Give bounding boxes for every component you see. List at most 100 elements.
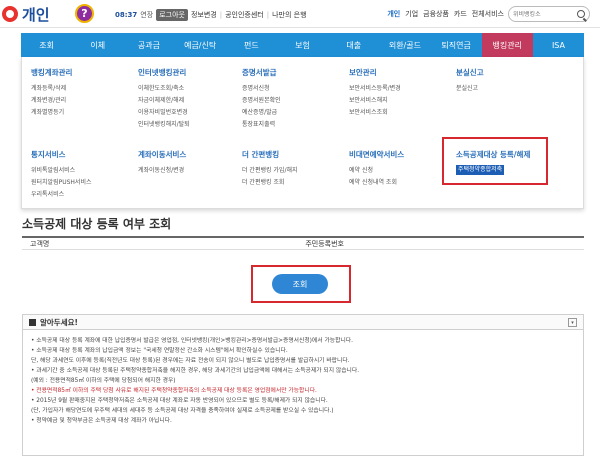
menu-heading[interactable]: 더 간편뱅킹 [242, 149, 298, 160]
customer-name-value [57, 238, 227, 250]
link-personal[interactable]: 개인 [387, 9, 400, 19]
nav-forex-gold[interactable]: 외환/골드 [379, 33, 430, 57]
notice-line: • 청약예금 및 청약부금은 소득공제 대상 계좌가 아닙니다. [31, 418, 172, 424]
divider: | [266, 11, 270, 19]
mega-menu: 뱅킹계좌관리 계좌등록/삭제 계좌변경/관리 계좌별명등기 인터넷뱅킹관리 이체… [21, 57, 584, 209]
menu-link[interactable]: 우리톡서비스 [31, 189, 92, 201]
bank-logo[interactable]: 개인 [2, 3, 72, 25]
link-all-services[interactable]: 전체서비스 [472, 9, 504, 19]
menu-link[interactable]: 보안서비스등록/변경 [349, 83, 401, 95]
site-links: 개인 기업 금융상품 카드 전체서비스 [387, 9, 504, 19]
search-input[interactable] [513, 10, 569, 18]
notice-line: (예외 : 전용면적85㎡ 이하의 주택에 당첨되어 해지한 경우) [31, 378, 176, 384]
menu-group-notification: 통지서비스 위비톡알림서비스 원터치알림PUSH서비스 우리톡서비스 [31, 149, 92, 201]
nav-deposit-trust[interactable]: 예금/신탁 [175, 33, 226, 57]
help-button[interactable]: ? [75, 4, 94, 23]
menu-link[interactable]: 보안서비스조회 [349, 107, 401, 119]
collapse-toggle-icon[interactable]: ▾ [568, 318, 577, 327]
notice-panel: 알아두세요! ▾ • 소득공제 대상 등록 계좌에 대한 납입증명서 발급은 영… [22, 314, 584, 456]
menu-link[interactable]: 자금이체제한/해제 [138, 95, 190, 107]
nav-utilities[interactable]: 공과금 [123, 33, 174, 57]
page-title: 소득공제 대상 등록 여부 조회 [22, 217, 172, 231]
nav-pension[interactable]: 퇴직연금 [431, 33, 482, 57]
menu-heading[interactable]: 분실신고 [456, 67, 484, 78]
top-bar: 개인 ? 08:37 연장 로그아웃 정보변경 | 공인인증센터 | 나만의 은… [0, 0, 600, 28]
menu-heading[interactable]: 뱅킹계좌관리 [31, 67, 72, 78]
search-icon[interactable] [577, 10, 585, 18]
notice-line: • 2015년 9월 판매중지된 주택청약저축은 소득공제 대상 계좌로 자동 … [31, 398, 328, 404]
inquiry-form: 고객명 주민등록번호 [22, 236, 584, 250]
notice-body: • 소득공제 대상 등록 계좌에 대한 납입증명서 발급은 영업점, 인터넷뱅킹… [23, 330, 583, 432]
menu-link[interactable]: 증명서원본확인 [242, 95, 281, 107]
resident-number-value [352, 238, 522, 250]
notice-title: 알아두세요! [40, 317, 78, 327]
menu-group-certificate: 증명서발급 증명서신청 증명서원본확인 예산증명/발급 통장표지출력 [242, 67, 281, 131]
notice-line: • 전용면적85㎡ 이하의 주택 당첨 사유로 해지된 주택청약종합저축의 소득… [31, 388, 317, 394]
logo-text: 개인 [22, 5, 50, 24]
divider: | [219, 11, 223, 19]
util-link-my-bank[interactable]: 나만의 은행 [272, 10, 306, 20]
util-link-info-change[interactable]: 정보변경 [191, 10, 217, 20]
util-link-cert-center[interactable]: 공인인증센터 [225, 10, 264, 20]
menu-group-easy-banking: 더 간편뱅킹 더 간편뱅킹 가입/해지 더 간편뱅킹 조회 [242, 149, 298, 189]
menu-link[interactable]: 계좌이동신청/변경 [138, 165, 186, 177]
menu-link[interactable]: 원터치알림PUSH서비스 [31, 177, 92, 189]
customer-name-label: 고객명 [30, 239, 50, 248]
nav-isa[interactable]: ISA [533, 33, 584, 57]
menu-link[interactable]: 예약 신청 [349, 165, 404, 177]
nav-insurance[interactable]: 보험 [277, 33, 328, 57]
resident-number-label: 주민등록번호 [305, 239, 344, 248]
logout-button[interactable]: 로그아웃 [156, 9, 188, 21]
notice-line: (단, 가입자가 해당연도에 무주택 세대의 세대주 등 소득공제 대상 자격을… [31, 408, 334, 414]
nav-fund[interactable]: 펀드 [226, 33, 277, 57]
menu-link[interactable]: 예약 신청내역 조회 [349, 177, 404, 189]
notice-header: 알아두세요! ▾ [23, 315, 583, 330]
menu-link[interactable]: 인터넷뱅킹해지/탈퇴 [138, 119, 190, 131]
session-timer: 08:37 [115, 11, 138, 19]
search-box [508, 6, 590, 22]
menu-link[interactable]: 통장표지출력 [242, 119, 281, 131]
menu-heading[interactable]: 증명서발급 [242, 67, 281, 78]
link-card[interactable]: 카드 [454, 9, 467, 19]
lookup-button[interactable]: 조회 [272, 274, 328, 294]
menu-link[interactable]: 더 간편뱅킹 가입/해지 [242, 165, 298, 177]
notice-line: 단, 해당 과세연도 이후에 등록(직전년도 대상 등록)된 경우에는 자료 전… [31, 358, 350, 364]
link-products[interactable]: 금융상품 [423, 9, 449, 19]
nav-inquiry[interactable]: 조회 [21, 33, 72, 57]
menu-link[interactable]: 이체한도조회/축소 [138, 83, 190, 95]
menu-link[interactable]: 이용자비밀번호변경 [138, 107, 190, 119]
nav-loan[interactable]: 대출 [328, 33, 379, 57]
menu-link[interactable]: 더 간편뱅킹 조회 [242, 177, 298, 189]
menu-link[interactable]: 분실신고 [456, 83, 484, 95]
notice-line: • 과세기간 중 소득공제 대상 등록된 주택청약종합저축을 해지한 경우, 해… [31, 368, 360, 374]
menu-heading[interactable]: 통지서비스 [31, 149, 92, 160]
menu-group-security: 보안관리 보안서비스등록/변경 보안서비스해지 보안서비스조회 [349, 67, 401, 119]
nav-transfer[interactable]: 이체 [72, 33, 123, 57]
menu-link[interactable]: 계좌별명등기 [31, 107, 72, 119]
nav-banking-management[interactable]: 뱅킹관리 [481, 33, 533, 57]
menu-heading[interactable]: 비대면예약서비스 [349, 149, 404, 160]
menu-link[interactable]: 계좌등록/삭제 [31, 83, 72, 95]
menu-heading[interactable]: 보안관리 [349, 67, 401, 78]
menu-link[interactable]: 예산증명/발급 [242, 107, 281, 119]
menu-heading[interactable]: 인터넷뱅킹관리 [138, 67, 190, 78]
notice-line: • 소득공제 대상 등록 계좌에 대한 납입증명서 발급은 영업점, 인터넷뱅킹… [31, 338, 353, 344]
menu-link[interactable]: 증명서신청 [242, 83, 281, 95]
highlight-box [442, 137, 548, 185]
notice-icon [29, 318, 36, 326]
link-business[interactable]: 기업 [405, 9, 418, 19]
session-bar: 08:37 연장 로그아웃 정보변경 | 공인인증센터 | 나만의 은행 [115, 9, 307, 21]
menu-heading[interactable]: 계좌이동서비스 [138, 149, 186, 160]
menu-link[interactable]: 위비톡알림서비스 [31, 165, 92, 177]
notice-line: • 소득공제 대상 등록 계좌의 납입금액 정보는 "국세청 연말정산 간소화 … [31, 348, 288, 354]
extend-session-link[interactable]: 연장 [140, 10, 153, 20]
menu-group-lost-report: 분실신고 분실신고 [456, 67, 484, 95]
logo-icon [2, 6, 18, 22]
main-nav: 조회 이체 공과금 예금/신탁 펀드 보험 대출 외환/골드 퇴직연금 뱅킹관리… [21, 33, 584, 57]
menu-link[interactable]: 보안서비스해지 [349, 95, 401, 107]
menu-group-reservation: 비대면예약서비스 예약 신청 예약 신청내역 조회 [349, 149, 404, 189]
menu-link[interactable]: 계좌변경/관리 [31, 95, 72, 107]
menu-group-account: 뱅킹계좌관리 계좌등록/삭제 계좌변경/관리 계좌별명등기 [31, 67, 72, 119]
menu-group-internet-banking: 인터넷뱅킹관리 이체한도조회/축소 자금이체제한/해제 이용자비밀번호변경 인터… [138, 67, 190, 131]
